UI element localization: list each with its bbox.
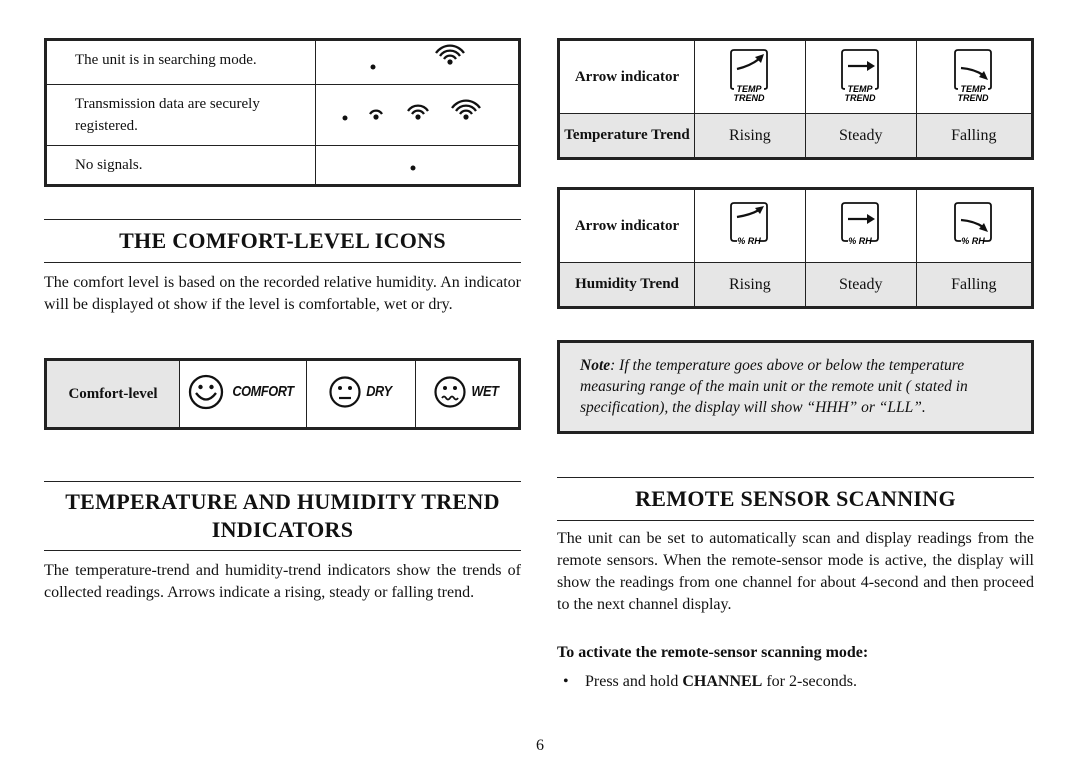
remote-sensor-scanning-paragraph: The unit can be set to automatically sca… bbox=[557, 530, 1034, 613]
wet-word: WET bbox=[471, 383, 499, 400]
table-row: No signals. bbox=[45, 145, 520, 186]
trend-icon-cell: % RH bbox=[915, 188, 1034, 263]
signal-none-icon bbox=[410, 165, 416, 170]
signal-icon-cell bbox=[315, 39, 520, 85]
arrow-indicator-label: Arrow indicator bbox=[558, 188, 695, 263]
dry-word: DRY bbox=[366, 383, 392, 400]
icon-caption: % RH bbox=[848, 236, 872, 246]
icon-caption: % RH bbox=[961, 236, 985, 246]
activate-instructions-subheading: To activate the remote-sensor scanning m… bbox=[557, 644, 869, 661]
page-number: 6 bbox=[536, 737, 544, 754]
humidity-trend-table: Arrow indicator % RH % RH % RH Humidity … bbox=[557, 187, 1034, 309]
note-label: Note bbox=[580, 357, 611, 374]
humidity-trend-steady-icon: % RH bbox=[840, 201, 879, 246]
trend-value: Rising bbox=[694, 262, 806, 308]
temp-trend-falling-icon: TEMP TREND bbox=[953, 48, 992, 103]
icon-caption: TREND bbox=[844, 93, 875, 103]
trend-indicators-paragraph: The temperature-trend and humidity-trend… bbox=[44, 562, 521, 601]
trend-icon-cell: % RH bbox=[694, 188, 806, 263]
bullet-prefix: Press and hold bbox=[585, 673, 683, 690]
signal-description: Transmission data are securely registere… bbox=[45, 84, 316, 146]
signal-description: No signals. bbox=[45, 145, 316, 186]
bullet-suffix: for 2-seconds. bbox=[762, 673, 857, 690]
humidity-trend-rising-icon: % RH bbox=[730, 201, 768, 246]
signal-description: The unit is in searching mode. bbox=[45, 39, 316, 85]
signal-registered-icon bbox=[342, 98, 481, 120]
signal-searching-icon bbox=[370, 44, 465, 70]
humidity-trend-falling-icon: % RH bbox=[953, 201, 992, 246]
signal-icon-cell bbox=[315, 145, 520, 186]
heading-line: INDICATORS bbox=[211, 517, 354, 542]
icon-caption: TREND bbox=[957, 93, 988, 103]
humidity-trend-label: Humidity Trend bbox=[558, 262, 695, 308]
trend-value: Falling bbox=[915, 262, 1034, 308]
instruction-bullet: • Press and hold CHANNEL for 2-seconds. bbox=[563, 673, 857, 691]
channel-key: CHANNEL bbox=[682, 673, 763, 690]
icon-caption: TREND bbox=[733, 93, 764, 103]
wet-cell: WET bbox=[415, 359, 520, 429]
signal-icon-cell bbox=[315, 84, 520, 146]
heading-line: TEMPERATURE AND HUMIDITY TREND bbox=[65, 489, 500, 514]
comfort-level-table: Comfort-level COMFORT DRY WET bbox=[44, 358, 521, 430]
trend-value: Falling bbox=[915, 113, 1034, 159]
neutral-face-icon bbox=[329, 375, 361, 408]
note-box: Note: If the temperature goes above or b… bbox=[557, 340, 1034, 434]
smiley-face-icon bbox=[188, 374, 224, 409]
trend-value: Steady bbox=[804, 113, 917, 159]
temp-trend-rising-icon: TEMP TREND bbox=[730, 48, 768, 103]
trend-indicators-heading: TEMPERATURE AND HUMIDITY TREND INDICATOR… bbox=[44, 481, 521, 551]
dry-cell: DRY bbox=[306, 359, 416, 429]
trend-icon-cell: TEMP TREND bbox=[804, 39, 917, 114]
bullet-icon: • bbox=[563, 673, 569, 690]
trend-value: Rising bbox=[694, 113, 806, 159]
remote-sensor-scanning-heading: REMOTE SENSOR SCANNING bbox=[557, 477, 1034, 521]
wavy-mouth-face-icon bbox=[434, 375, 466, 408]
comfort-level-paragraph: The comfort level is based on the record… bbox=[44, 274, 521, 313]
trend-icon-cell: TEMP TREND bbox=[915, 39, 1034, 114]
arrow-indicator-label: Arrow indicator bbox=[558, 39, 695, 114]
temperature-trend-label: Temperature Trend bbox=[558, 113, 695, 159]
trend-value: Steady bbox=[804, 262, 917, 308]
trend-icon-cell: % RH bbox=[804, 188, 917, 263]
note-body: : If the temperature goes above or below… bbox=[580, 357, 968, 416]
note-text: Note: If the temperature goes above or b… bbox=[580, 355, 1020, 418]
comfort-level-heading: THE COMFORT-LEVEL ICONS bbox=[44, 219, 521, 263]
signal-status-table: The unit is in searching mode. Transmiss… bbox=[44, 38, 521, 187]
table-row: Transmission data are securely registere… bbox=[45, 84, 520, 146]
comfort-level-label: Comfort-level bbox=[45, 359, 180, 429]
trend-icon-cell: TEMP TREND bbox=[694, 39, 806, 114]
table-row: The unit is in searching mode. bbox=[45, 39, 520, 85]
bullet-text: Press and hold CHANNEL for 2-seconds. bbox=[585, 673, 857, 691]
comfort-cell: COMFORT bbox=[179, 359, 307, 429]
temp-trend-steady-icon: TEMP TREND bbox=[840, 48, 879, 103]
comfort-word: COMFORT bbox=[232, 383, 294, 400]
icon-caption: % RH bbox=[737, 236, 761, 246]
temperature-trend-table: Arrow indicator TEMP TREND TEMP TREND TE… bbox=[557, 38, 1034, 160]
